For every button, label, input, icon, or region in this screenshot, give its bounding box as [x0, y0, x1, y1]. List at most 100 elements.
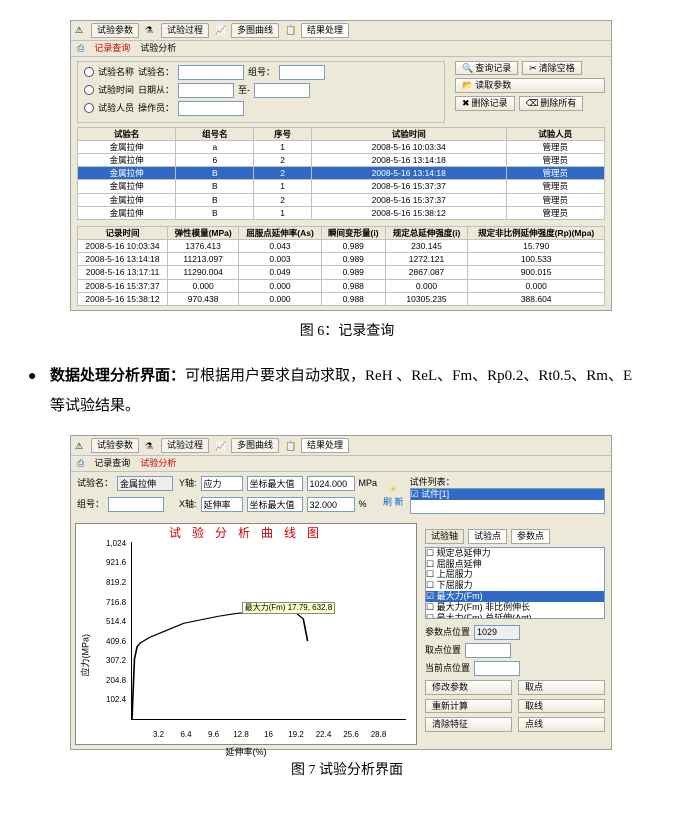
- chart-plot[interactable]: 最大力(Fm) 17.79, 632.8: [131, 542, 406, 720]
- flask-icon: ⚗: [145, 441, 155, 451]
- mini-tab-param[interactable]: 参数点: [511, 529, 550, 544]
- tab-result[interactable]: 结果处理: [301, 438, 349, 453]
- search-icon: 🔍: [462, 63, 473, 74]
- param-item[interactable]: 最大力(Fm) 非比例伸长: [426, 602, 604, 613]
- group-input[interactable]: [279, 65, 325, 80]
- table-header: 弹性模量(MPa): [168, 226, 239, 239]
- table-row[interactable]: 金属拉伸B12008-5-16 15:38:12管理员: [78, 206, 605, 219]
- xaxis-select[interactable]: [201, 497, 243, 512]
- x-tick: 22.4: [316, 730, 332, 740]
- param-point-pos-label: 参数点位置: [425, 627, 470, 638]
- table-row[interactable]: 金属拉伸a12008-5-16 10:03:34管理员: [78, 140, 605, 153]
- param-item[interactable]: 规定总延伸力: [426, 548, 604, 559]
- group-label: 组号：: [77, 499, 104, 510]
- table-row[interactable]: 2008-5-16 15:38:12970.4380.0000.98810305…: [78, 292, 605, 305]
- x-tick: 9.6: [208, 730, 219, 740]
- param-item[interactable]: 上屈服力: [426, 569, 604, 580]
- criteria-person-label: 试验人员: [98, 103, 134, 114]
- x-tick: 25.6: [343, 730, 359, 740]
- table-row[interactable]: 金属拉伸B22008-5-16 13:14:18管理员: [78, 167, 605, 180]
- chart-icon: 📈: [215, 441, 225, 451]
- subtab-analysis[interactable]: 试验分析: [140, 43, 176, 54]
- date-from-input[interactable]: [178, 83, 234, 98]
- delete-record-button[interactable]: ✖删除记录: [455, 96, 515, 111]
- table-row[interactable]: 2008-5-16 15:37:370.0000.0000.9880.0000.…: [78, 279, 605, 292]
- testname-input[interactable]: [178, 65, 244, 80]
- yaxis-select[interactable]: [201, 476, 243, 491]
- x-unit: %: [359, 499, 367, 510]
- date-from-label: 日期从：: [138, 85, 174, 96]
- radio-by-date[interactable]: [84, 85, 94, 95]
- table-row[interactable]: 2008-5-16 13:14:1811213.0970.0030.989127…: [78, 253, 605, 266]
- analysis-chart[interactable]: 试 验 分 析 曲 线 图 最大力(Fm) 17.79, 632.8 应力(MP…: [75, 523, 417, 745]
- clear-feature-button[interactable]: 清除特征: [425, 717, 512, 732]
- ymax-input[interactable]: [307, 476, 355, 491]
- group-input[interactable]: [108, 497, 164, 512]
- result-icon: 📋: [285, 25, 295, 35]
- table-row[interactable]: 2008-5-16 13:17:1111290.0040.0490.989286…: [78, 266, 605, 279]
- table-header: 规定总延伸强度(i): [385, 226, 468, 239]
- current-pos-label: 当前点位置: [425, 663, 470, 674]
- mini-tab-point[interactable]: 试验点: [468, 529, 507, 544]
- x-tick: 3.2: [153, 730, 164, 740]
- fm-annotation: 最大力(Fm) 17.79, 632.8: [242, 602, 336, 614]
- para-lead: 数据处理分析界面：: [50, 367, 185, 384]
- param-item[interactable]: 最大力(Fm): [426, 591, 604, 602]
- table-row[interactable]: 金属拉伸622008-5-16 13:14:18管理员: [78, 153, 605, 166]
- xmode-select[interactable]: [247, 497, 303, 512]
- pick-line-button[interactable]: 取线: [518, 699, 605, 714]
- refresh-link[interactable]: 刷 新: [383, 497, 404, 508]
- table-row[interactable]: 金属拉伸B22008-5-16 15:37:37管理员: [78, 193, 605, 206]
- records-table[interactable]: 试验名组号名序号试验时间试验人员 金属拉伸a12008-5-16 10:03:3…: [77, 127, 605, 220]
- yaxis-label: Y轴:: [179, 478, 197, 489]
- subtab-query[interactable]: 记录查询: [94, 458, 130, 469]
- tab-result[interactable]: 结果处理: [301, 23, 349, 38]
- delete-icon: ✖: [462, 98, 470, 109]
- param-item[interactable]: 下屈服力: [426, 580, 604, 591]
- date-to-input[interactable]: [254, 83, 310, 98]
- tab-multichart[interactable]: 多图曲线: [231, 438, 279, 453]
- tab-multichart[interactable]: 多图曲线: [231, 23, 279, 38]
- fig7-sub-tabs: ⎙ 记录查询 试验分析: [71, 456, 611, 472]
- recalc-button[interactable]: 重新计算: [425, 699, 512, 714]
- y-unit: MPa: [359, 478, 378, 489]
- points-lines-button[interactable]: 点线: [518, 717, 605, 732]
- xmax-input[interactable]: [307, 497, 355, 512]
- specimen-item[interactable]: 试件[1]: [411, 489, 604, 500]
- table-row[interactable]: 金属拉伸B12008-5-16 15:37:37管理员: [78, 180, 605, 193]
- pick-point-button[interactable]: 取点: [518, 680, 605, 695]
- load-params-button[interactable]: 📂读取参数: [455, 78, 605, 93]
- pick-pos-input[interactable]: [465, 643, 511, 658]
- table-row[interactable]: 2008-5-16 10:03:341376.4130.0430.989230.…: [78, 240, 605, 253]
- tab-process[interactable]: 试验过程: [161, 23, 209, 38]
- mini-tab-axis[interactable]: 试验轴: [425, 529, 464, 544]
- subtab-analysis[interactable]: 试验分析: [140, 458, 176, 469]
- tab-params[interactable]: 试验参数: [91, 438, 139, 453]
- radio-by-name[interactable]: [84, 67, 94, 77]
- y-tick: 819.2: [106, 578, 126, 588]
- tab-params[interactable]: 试验参数: [91, 23, 139, 38]
- operator-input[interactable]: [178, 101, 244, 116]
- load-icon: 📂: [462, 80, 473, 91]
- warning-icon: ⚠: [75, 25, 85, 35]
- modify-params-button[interactable]: 修改参数: [425, 680, 512, 695]
- delete-all-button[interactable]: ⌫删除所有: [519, 96, 584, 111]
- ymode-select[interactable]: [247, 476, 303, 491]
- param-point-pos-input[interactable]: [474, 625, 520, 640]
- table-header: 序号: [254, 127, 312, 140]
- current-pos-input[interactable]: [474, 661, 520, 676]
- criteria-name-label: 试验名称: [98, 67, 134, 78]
- results-table[interactable]: 记录时间弹性模量(MPa)屈服点延伸率(As)瞬间变形量(i)规定总延伸强度(i…: [77, 226, 605, 306]
- radio-by-person[interactable]: [84, 103, 94, 113]
- param-item[interactable]: 最大力(Fm) 总延伸(Agt): [426, 613, 604, 619]
- y-tick: 514.4: [106, 617, 126, 627]
- testname-input[interactable]: [117, 476, 173, 491]
- testname-label: 试验名：: [77, 478, 113, 489]
- params-listbox[interactable]: 规定总延伸力屈服点延伸上屈服力下屈服力最大力(Fm)最大力(Fm) 非比例伸长最…: [425, 547, 605, 619]
- subtab-query[interactable]: 记录查询: [94, 43, 130, 54]
- clear-button[interactable]: ✂清除空格: [522, 61, 582, 76]
- tab-process[interactable]: 试验过程: [161, 438, 209, 453]
- query-button[interactable]: 🔍查询记录: [455, 61, 518, 76]
- param-item[interactable]: 屈服点延伸: [426, 559, 604, 570]
- specimen-listbox[interactable]: 试件[1]: [410, 488, 605, 514]
